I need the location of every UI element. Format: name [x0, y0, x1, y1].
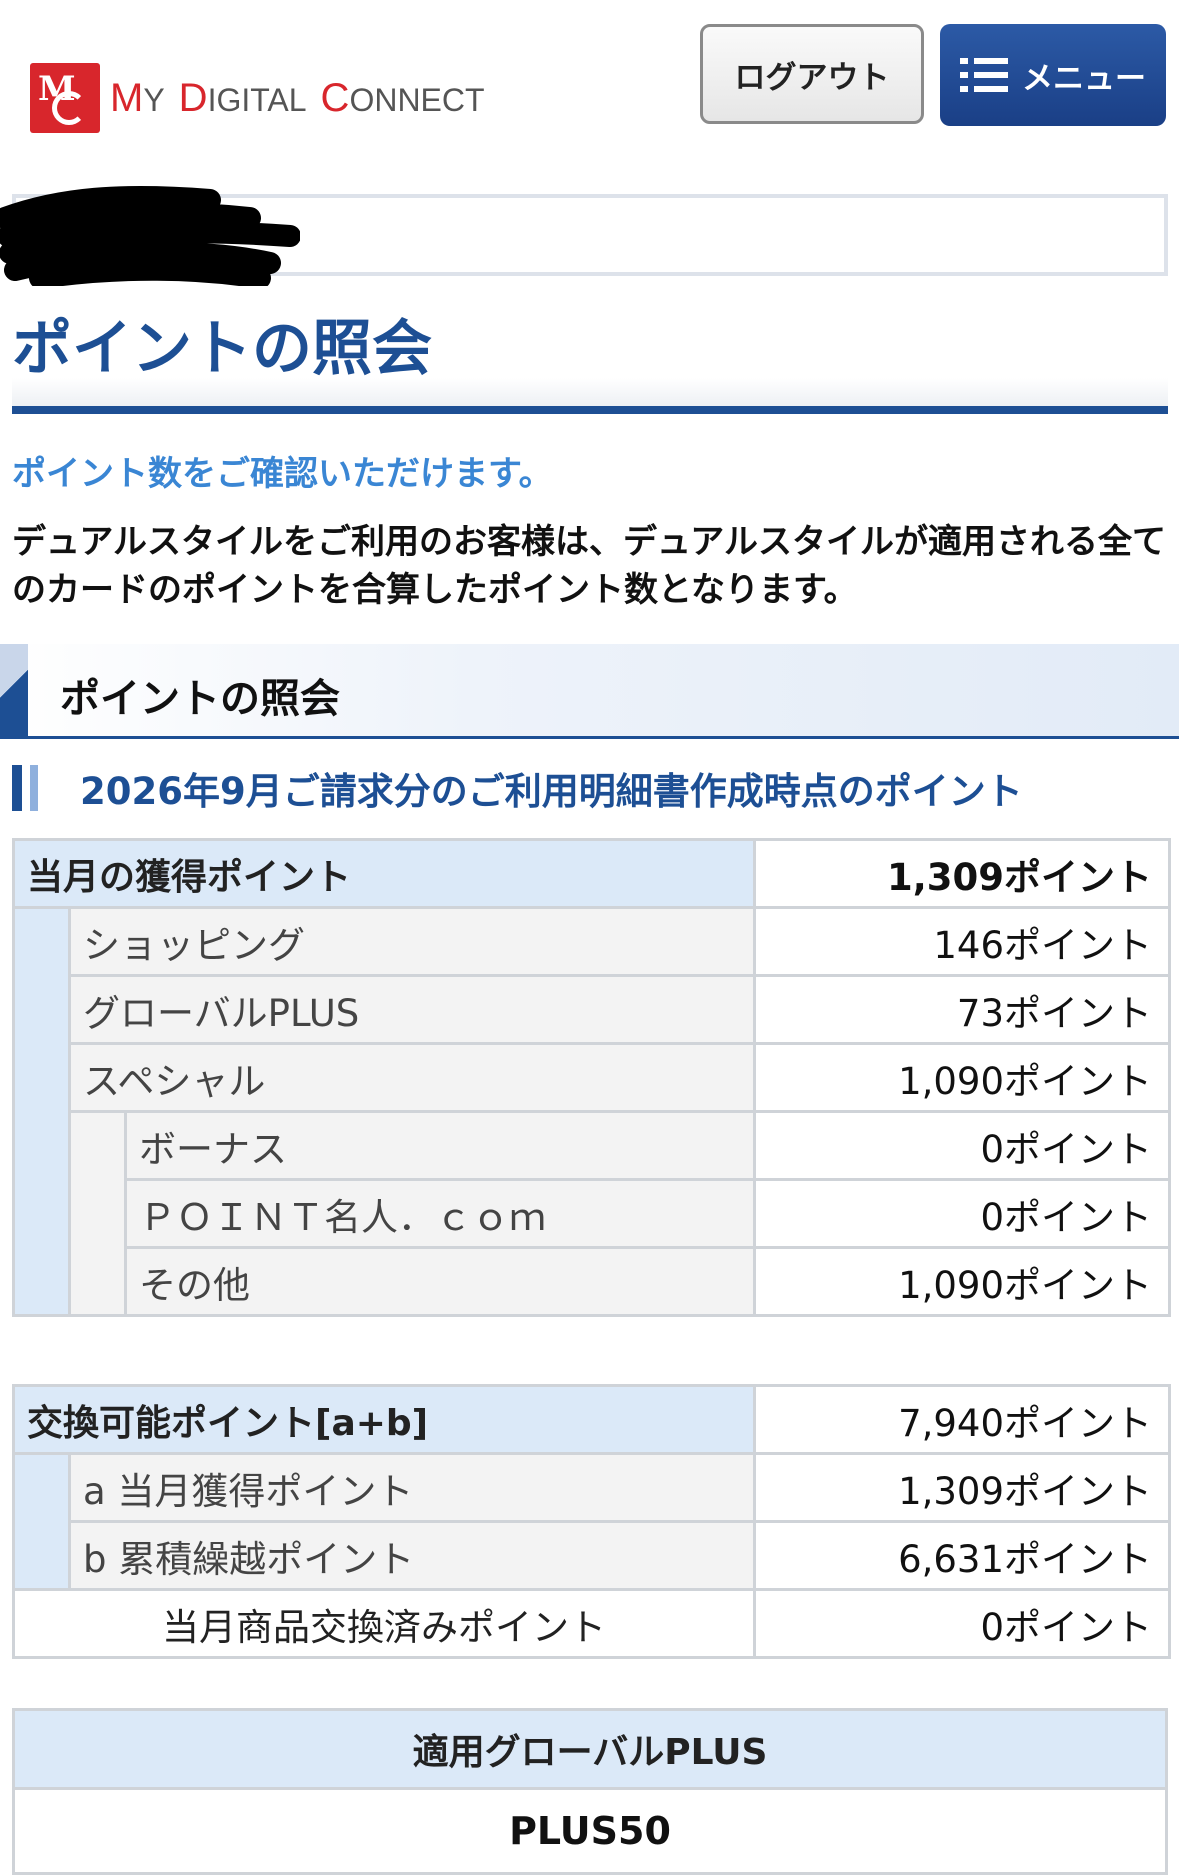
logout-button[interactable]: ログアウト [700, 24, 924, 124]
row-value-redeemed: 0ポイント [753, 1588, 1172, 1659]
table-row: 当月の獲得ポイント 1,309ポイント [11, 838, 1172, 909]
row-label-global-plus: グローバルPLUS [67, 974, 757, 1045]
indent-cell [12, 1452, 71, 1591]
row-value-shopping: 146ポイント [753, 906, 1172, 977]
row-value-other: 1,090ポイント [753, 1246, 1172, 1317]
monthly-total-label: 当月の獲得ポイント [11, 838, 757, 909]
table-row: 当月商品交換済みポイント 0ポイント [11, 1588, 1172, 1659]
table-row: ＰＯＩＮＴ名人．ｃｏｍ 0ポイント [14, 1178, 1172, 1249]
subsection-bar [12, 765, 22, 811]
row-label-shopping: ショッピング [67, 906, 757, 977]
lead-text: ポイント数をご確認いただけます。 [12, 454, 553, 494]
global-plus-header: 適用グローバルPLUS [12, 1708, 1168, 1790]
subsection-title: 2026年9月ご請求分のご利用明細書作成時点のポイント [80, 770, 1023, 813]
table-row: グローバルPLUS 73ポイント [14, 974, 1172, 1045]
menu-button-label: メニュー [1022, 60, 1146, 97]
table-row: 交換可能ポイント[a+b] 7,940ポイント [11, 1384, 1172, 1455]
global-plus-value: PLUS50 [12, 1787, 1168, 1875]
title-underline-fade [12, 378, 1168, 408]
section-header-title: ポイントの照会 [60, 676, 340, 722]
table-row: その他 1,090ポイント [14, 1246, 1172, 1317]
table-row: a 当月獲得ポイント 1,309ポイント [12, 1452, 1172, 1591]
menu-button[interactable]: メニュー [940, 24, 1166, 126]
row-value-bonus: 0ポイント [753, 1110, 1172, 1181]
global-plus-table: 適用グローバルPLUS PLUS50 [12, 1708, 1168, 1875]
title-underline [12, 406, 1168, 414]
subsection-header: 2026年9月ご請求分のご利用明細書作成時点のポイント [12, 764, 1023, 813]
logo-wordmark: MY D IGITAL C ONNECT [110, 75, 485, 120]
description-text: デュアルスタイルをご利用のお客様は、デュアルスタイルが適用される全てのカードのポ… [12, 522, 1166, 610]
table-row: ボーナス 0ポイント [14, 1110, 1172, 1317]
page-title: ポイントの照会 [12, 314, 432, 384]
row-value-point-meijin: 0ポイント [753, 1178, 1172, 1249]
row-label-a: a 当月獲得ポイント [67, 1452, 757, 1523]
table-row: スペシャル 1,090ポイント [14, 1042, 1172, 1113]
exchange-total-label: 交換可能ポイント[a+b] [11, 1384, 757, 1455]
monthly-total-value: 1,309ポイント [753, 838, 1172, 909]
row-value-global-plus: 73ポイント [753, 974, 1172, 1045]
row-label-b: b 累積繰越ポイント [67, 1520, 757, 1591]
row-label-redeemed: 当月商品交換済みポイント [11, 1588, 757, 1659]
table-row: b 累積繰越ポイント 6,631ポイント [14, 1520, 1172, 1591]
redaction-scribble [0, 186, 300, 286]
brand-logo[interactable]: M MY D IGITAL C ONNECT [30, 62, 485, 134]
list-menu-icon [960, 58, 1008, 92]
section-header-tab [0, 644, 28, 736]
monthly-points-table: 当月の獲得ポイント 1,309ポイント ショッピング 146ポイント グローバル… [11, 838, 1172, 1317]
exchange-points-table: 交換可能ポイント[a+b] 7,940ポイント a 当月獲得ポイント 1,309… [11, 1384, 1172, 1659]
subsection-bar-light [30, 765, 38, 811]
indent-cell [12, 906, 71, 1317]
table-row: PLUS50 [12, 1787, 1168, 1875]
row-value-a: 1,309ポイント [753, 1452, 1172, 1523]
exchange-total-value: 7,940ポイント [753, 1384, 1172, 1455]
row-value-special: 1,090ポイント [753, 1042, 1172, 1113]
row-label-bonus: ボーナス [123, 1110, 757, 1181]
section-header: ポイントの照会 [0, 644, 1179, 739]
row-label-special: スペシャル [67, 1042, 757, 1113]
row-value-b: 6,631ポイント [753, 1520, 1172, 1591]
row-label-point-meijin: ＰＯＩＮＴ名人．ｃｏｍ [123, 1178, 757, 1249]
row-label-other: その他 [123, 1246, 757, 1317]
logo-mark-icon: M [30, 63, 100, 133]
table-row: ショッピング 146ポイント [12, 906, 1172, 1317]
table-row: 適用グローバルPLUS [12, 1708, 1168, 1790]
indent-cell [68, 1110, 127, 1317]
